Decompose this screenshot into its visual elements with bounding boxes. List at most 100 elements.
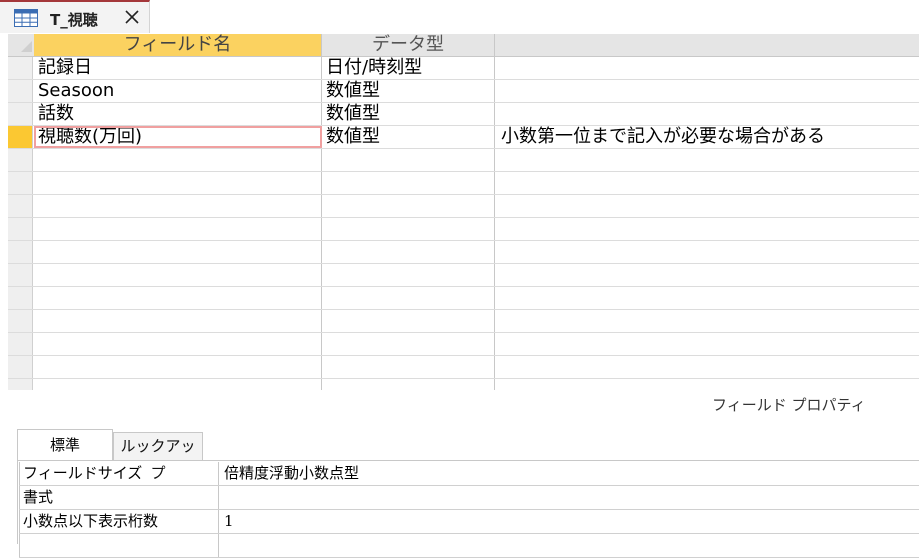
- data-type-cell[interactable]: [322, 310, 495, 332]
- column-header-data-type[interactable]: データ型: [322, 34, 495, 56]
- description-cell[interactable]: [495, 333, 919, 355]
- tab-lookup[interactable]: ルックアップ: [113, 432, 203, 482]
- document-tab-title: T_視聴: [50, 11, 98, 29]
- document-tab-strip: T_視聴: [0, 0, 919, 34]
- description-cell[interactable]: [495, 103, 919, 125]
- data-type-cell[interactable]: [322, 356, 495, 378]
- field-name-cell[interactable]: [34, 333, 322, 355]
- property-value-format[interactable]: [219, 486, 919, 509]
- data-type-cell[interactable]: 日付/時刻型: [322, 57, 495, 79]
- field-name-cell[interactable]: [34, 356, 322, 378]
- data-type-cell[interactable]: [322, 287, 495, 309]
- field-row[interactable]: 話数 数値型: [8, 103, 919, 126]
- row-selector[interactable]: [8, 149, 33, 171]
- field-name-cell[interactable]: [34, 379, 322, 390]
- description-cell[interactable]: 小数第一位まで記入が必要な場合がある: [495, 126, 919, 148]
- grid-header: フィールド名 データ型: [8, 34, 919, 57]
- field-name-cell[interactable]: [34, 172, 322, 194]
- data-type-cell[interactable]: [322, 264, 495, 286]
- description-cell[interactable]: [495, 379, 919, 390]
- field-name-cell[interactable]: [34, 287, 322, 309]
- data-type-cell[interactable]: [322, 149, 495, 171]
- field-name-cell[interactable]: [34, 310, 322, 332]
- tab-general[interactable]: 標準: [17, 429, 113, 461]
- field-name-cell[interactable]: [34, 241, 322, 263]
- data-type-cell[interactable]: 数値型: [322, 103, 495, 125]
- empty-field-row[interactable]: [8, 195, 919, 218]
- empty-field-row[interactable]: [8, 379, 919, 390]
- property-label: 書式: [19, 486, 219, 509]
- description-cell[interactable]: [495, 57, 919, 79]
- description-cell[interactable]: [495, 80, 919, 102]
- empty-field-row[interactable]: [8, 218, 919, 241]
- data-type-cell[interactable]: [322, 241, 495, 263]
- property-value-field-size[interactable]: 倍精度浮動小数点型: [219, 462, 919, 485]
- field-name-cell[interactable]: 話数: [34, 103, 322, 125]
- description-cell[interactable]: [495, 287, 919, 309]
- description-cell[interactable]: [495, 310, 919, 332]
- row-selector[interactable]: [8, 264, 33, 286]
- empty-field-row[interactable]: [8, 310, 919, 333]
- description-cell[interactable]: [495, 264, 919, 286]
- property-label: 小数点以下表示桁数: [19, 510, 219, 533]
- field-name-cell[interactable]: 記録日: [34, 57, 322, 79]
- property-row-input-mask[interactable]: [19, 534, 919, 558]
- field-name-cell[interactable]: [34, 264, 322, 286]
- field-properties-label: フィールド プロパティ: [712, 396, 866, 414]
- empty-field-row[interactable]: [8, 333, 919, 356]
- property-row-format[interactable]: 書式: [19, 486, 919, 510]
- property-value-decimal-places[interactable]: 1: [219, 510, 919, 533]
- description-cell[interactable]: [495, 218, 919, 240]
- field-row[interactable]: 記録日 日付/時刻型: [8, 57, 919, 80]
- row-selector[interactable]: [8, 287, 33, 309]
- field-name-cell[interactable]: 視聴数(万回): [34, 126, 322, 148]
- property-row-decimal-places[interactable]: 小数点以下表示桁数 1: [19, 510, 919, 534]
- row-selector[interactable]: [8, 80, 33, 102]
- empty-field-row[interactable]: [8, 241, 919, 264]
- empty-field-row[interactable]: [8, 172, 919, 195]
- column-header-field-name[interactable]: フィールド名: [34, 34, 322, 56]
- data-type-cell[interactable]: 数値型: [322, 126, 495, 148]
- empty-field-row[interactable]: [8, 287, 919, 310]
- row-selector[interactable]: [8, 218, 33, 240]
- row-selector[interactable]: [8, 310, 33, 332]
- row-selector[interactable]: [8, 103, 33, 125]
- empty-field-row[interactable]: [8, 356, 919, 379]
- field-name-cell[interactable]: Seasoon: [34, 80, 322, 102]
- field-name-cell[interactable]: [34, 218, 322, 240]
- field-name-cell[interactable]: [34, 195, 322, 217]
- property-label: フィールドサイズ: [19, 462, 219, 485]
- document-tab[interactable]: T_視聴: [0, 0, 150, 33]
- row-selector[interactable]: [8, 241, 33, 263]
- column-header-description[interactable]: [495, 34, 919, 56]
- property-value-input-mask[interactable]: [219, 534, 919, 557]
- field-row[interactable]: Seasoon 数値型: [8, 80, 919, 103]
- property-label: [19, 534, 219, 557]
- description-cell[interactable]: [495, 241, 919, 263]
- field-row[interactable]: 視聴数(万回) 数値型 小数第一位まで記入が必要な場合がある: [8, 126, 919, 149]
- row-selector[interactable]: [8, 57, 33, 79]
- data-type-cell[interactable]: [322, 333, 495, 355]
- data-type-cell[interactable]: [322, 195, 495, 217]
- data-type-cell[interactable]: [322, 172, 495, 194]
- row-selector[interactable]: [8, 195, 33, 217]
- row-selector[interactable]: [8, 379, 33, 390]
- select-all-corner-icon[interactable]: [18, 38, 34, 54]
- empty-field-row[interactable]: [8, 149, 919, 172]
- row-selector[interactable]: [8, 333, 33, 355]
- data-type-cell[interactable]: 数値型: [322, 80, 495, 102]
- description-cell[interactable]: [495, 356, 919, 378]
- field-name-cell[interactable]: [34, 149, 322, 171]
- description-cell[interactable]: [495, 149, 919, 171]
- row-selector[interactable]: [8, 356, 33, 378]
- close-icon[interactable]: [120, 5, 144, 29]
- description-cell[interactable]: [495, 172, 919, 194]
- empty-field-row[interactable]: [8, 264, 919, 287]
- description-cell[interactable]: [495, 195, 919, 217]
- table-design-grid: フィールド名 データ型 記録日 日付/時刻型 Seasoon 数値型 話数 数値型 視聴数(…: [8, 34, 919, 390]
- property-row-field-size[interactable]: フィールドサイズ 倍精度浮動小数点型: [19, 462, 919, 486]
- data-type-cell[interactable]: [322, 218, 495, 240]
- data-type-cell[interactable]: [322, 379, 495, 390]
- row-selector[interactable]: [8, 126, 33, 148]
- row-selector[interactable]: [8, 172, 33, 194]
